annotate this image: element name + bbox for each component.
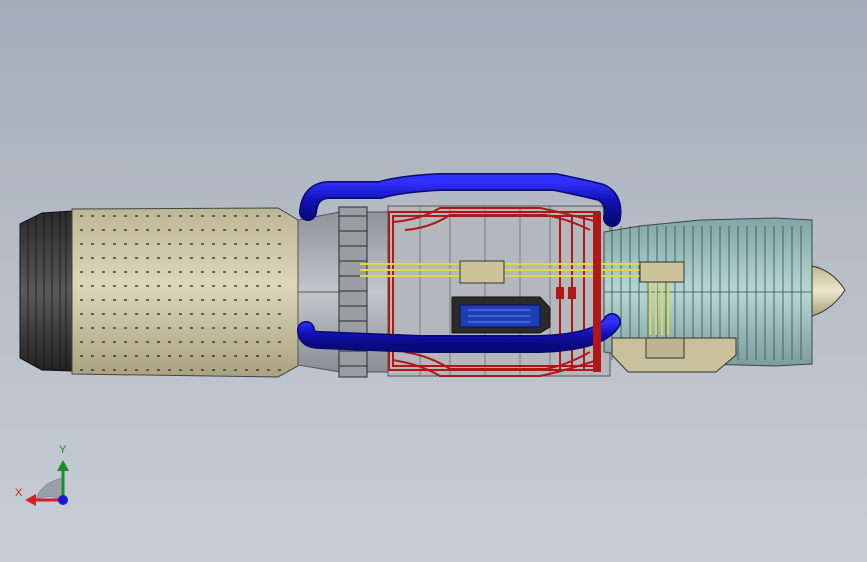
- frame-post: [593, 212, 601, 372]
- flange-ring[interactable]: [338, 206, 368, 378]
- triad-y-label: Y: [59, 444, 67, 456]
- jet-engine-model[interactable]: [0, 0, 867, 562]
- z-axis-dot-icon: [58, 495, 68, 505]
- accessory-gearbox[interactable]: [611, 337, 737, 373]
- view-orientation-triad[interactable]: [25, 460, 69, 506]
- graphics-viewport[interactable]: X Y: [0, 0, 867, 562]
- triad-x-label: X: [15, 487, 23, 499]
- junction-box[interactable]: [639, 261, 685, 283]
- exhaust-nozzle[interactable]: [19, 210, 73, 372]
- inlet-spinner[interactable]: [811, 265, 846, 317]
- triad-plane-icon: [35, 477, 63, 502]
- perforated-casing[interactable]: [71, 207, 299, 378]
- inner-panel: [451, 296, 551, 334]
- control-unit[interactable]: [459, 260, 505, 284]
